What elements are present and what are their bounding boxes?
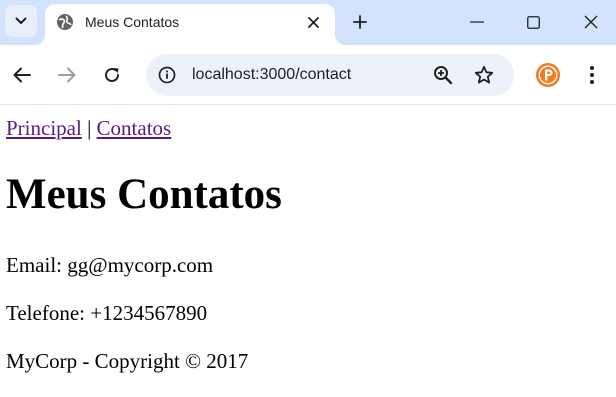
- site-info-button[interactable]: [156, 64, 178, 86]
- address-bar[interactable]: localhost:3000/contact: [146, 54, 514, 96]
- minimize-button[interactable]: [462, 8, 492, 36]
- chevron-down-icon: [15, 17, 27, 24]
- tab-title: Meus Contatos: [85, 14, 180, 30]
- browser-menu-button[interactable]: [582, 62, 602, 88]
- tab-close-button[interactable]: [303, 12, 323, 32]
- reload-button[interactable]: [99, 62, 125, 88]
- arrow-left-icon: [13, 67, 31, 83]
- page-nav: Principal | Contatos: [6, 115, 171, 141]
- contacts-link[interactable]: Contatos: [97, 116, 172, 140]
- new-tab-button[interactable]: [348, 10, 372, 34]
- extension-button[interactable]: [535, 62, 561, 88]
- browser-toolbar: localhost:3000/contact: [0, 45, 616, 105]
- phone-text: Telefone: +1234567890: [6, 301, 208, 325]
- extension-icon: [536, 63, 560, 87]
- nav-separator: |: [87, 116, 92, 140]
- page-title: Meus Contatos: [6, 171, 282, 218]
- zoom-in-icon: [434, 66, 453, 85]
- home-link[interactable]: Principal: [6, 116, 82, 140]
- back-button[interactable]: [9, 62, 35, 88]
- star-icon: [474, 65, 494, 84]
- bookmark-button[interactable]: [472, 64, 496, 86]
- tab-strip: Meus Contatos: [0, 0, 616, 45]
- email-text: Email: gg@mycorp.com: [6, 253, 214, 277]
- zoom-button[interactable]: [432, 64, 454, 86]
- globe-icon: [57, 14, 73, 30]
- close-icon: [584, 15, 598, 29]
- maximize-button[interactable]: [518, 8, 548, 36]
- page-content: Principal | Contatos Meus Contatos Email…: [0, 105, 616, 397]
- kebab-menu-icon: [590, 66, 594, 84]
- window-close-button[interactable]: [576, 8, 606, 36]
- close-icon: [307, 16, 319, 28]
- url-text[interactable]: localhost:3000/contact: [192, 65, 351, 85]
- tab-search-button[interactable]: [5, 5, 37, 37]
- arrow-right-icon: [58, 67, 76, 83]
- minimize-icon: [470, 21, 484, 23]
- plus-icon: [353, 15, 367, 29]
- forward-button[interactable]: [54, 62, 80, 88]
- browser-tab[interactable]: Meus Contatos: [45, 4, 335, 45]
- info-icon: [158, 66, 176, 84]
- footer-copyright: MyCorp - Copyright © 2017: [6, 349, 249, 373]
- maximize-icon: [526, 15, 540, 29]
- reload-icon: [105, 68, 119, 82]
